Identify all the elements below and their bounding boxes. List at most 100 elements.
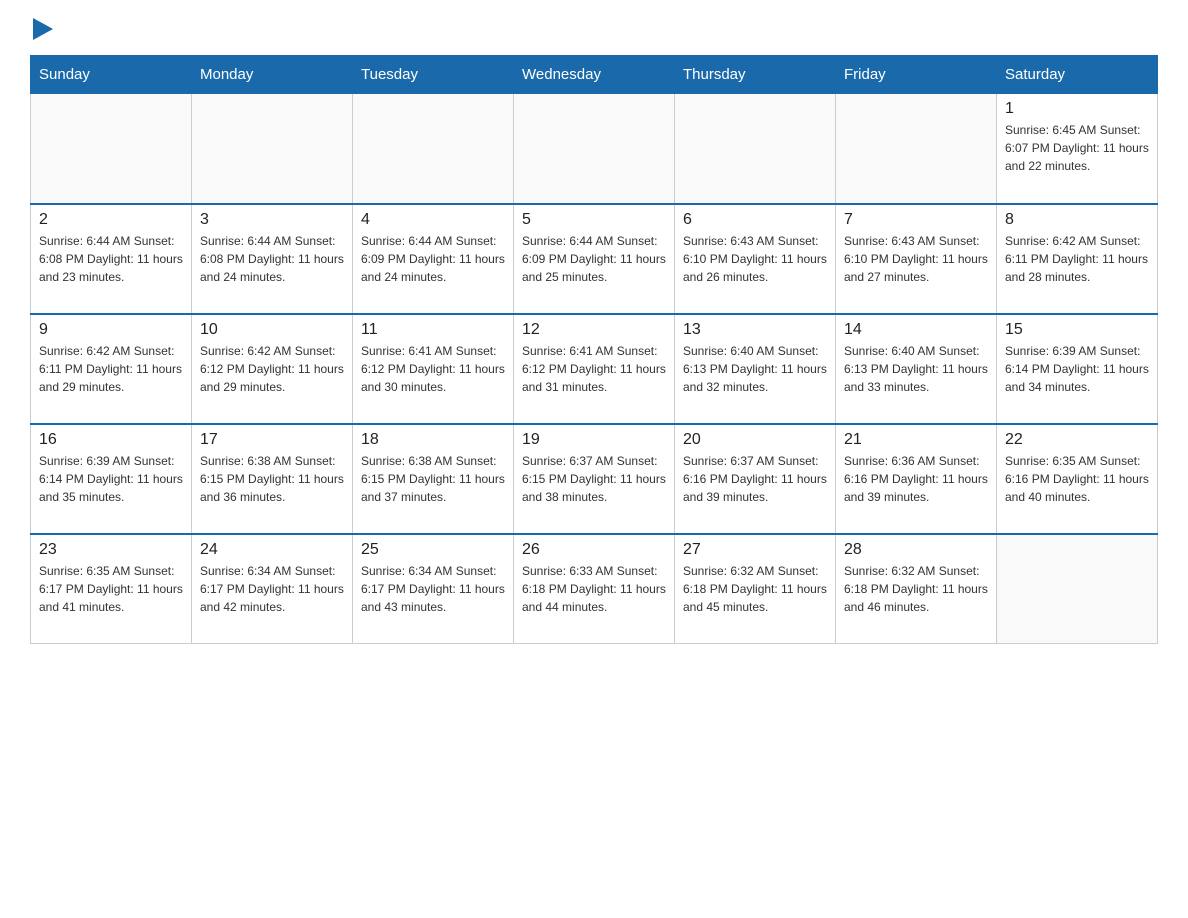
calendar-cell: 26 Sunrise: 6:33 AM Sunset: 6:18 PM Dayli… [514, 534, 675, 644]
day-info: Sunrise: 6:35 AM Sunset: 6:16 PM Dayligh… [1005, 452, 1149, 506]
calendar-cell [514, 94, 675, 204]
day-info: Sunrise: 6:32 AM Sunset: 6:18 PM Dayligh… [683, 562, 827, 616]
day-number: 14 [844, 321, 988, 339]
weekday-header-friday: Friday [836, 56, 997, 94]
calendar-cell [192, 94, 353, 204]
day-number: 27 [683, 541, 827, 559]
calendar-cell: 18 Sunrise: 6:38 AM Sunset: 6:15 PM Dayli… [353, 424, 514, 534]
day-number: 15 [1005, 321, 1149, 339]
calendar-cell: 16 Sunrise: 6:39 AM Sunset: 6:14 PM Dayli… [31, 424, 192, 534]
week-row-3: 9 Sunrise: 6:42 AM Sunset: 6:11 PM Daylig… [31, 314, 1158, 424]
day-info: Sunrise: 6:44 AM Sunset: 6:08 PM Dayligh… [39, 232, 183, 286]
calendar-cell: 6 Sunrise: 6:43 AM Sunset: 6:10 PM Daylig… [675, 204, 836, 314]
calendar-cell: 23 Sunrise: 6:35 AM Sunset: 6:17 PM Dayli… [31, 534, 192, 644]
day-number: 24 [200, 541, 344, 559]
calendar-cell [353, 94, 514, 204]
day-number: 28 [844, 541, 988, 559]
calendar-cell: 17 Sunrise: 6:38 AM Sunset: 6:15 PM Dayli… [192, 424, 353, 534]
calendar-cell: 8Sunrise: 6:42 AM Sunset: 6:11 PM Daylig… [997, 204, 1158, 314]
day-number: 6 [683, 211, 827, 229]
calendar-cell: 5 Sunrise: 6:44 AM Sunset: 6:09 PM Daylig… [514, 204, 675, 314]
day-number: 23 [39, 541, 183, 559]
weekday-header-sunday: Sunday [31, 56, 192, 94]
day-number: 4 [361, 211, 505, 229]
weekday-header-tuesday: Tuesday [353, 56, 514, 94]
day-info: Sunrise: 6:40 AM Sunset: 6:13 PM Dayligh… [844, 342, 988, 396]
day-info: Sunrise: 6:39 AM Sunset: 6:14 PM Dayligh… [1005, 342, 1149, 396]
day-info: Sunrise: 6:38 AM Sunset: 6:15 PM Dayligh… [200, 452, 344, 506]
calendar-cell: 19 Sunrise: 6:37 AM Sunset: 6:15 PM Dayli… [514, 424, 675, 534]
weekday-header-saturday: Saturday [997, 56, 1158, 94]
calendar-cell: 11 Sunrise: 6:41 AM Sunset: 6:12 PM Dayli… [353, 314, 514, 424]
day-number: 7 [844, 211, 988, 229]
calendar-cell [31, 94, 192, 204]
day-info: Sunrise: 6:37 AM Sunset: 6:15 PM Dayligh… [522, 452, 666, 506]
day-number: 12 [522, 321, 666, 339]
calendar-cell: 3 Sunrise: 6:44 AM Sunset: 6:08 PM Daylig… [192, 204, 353, 314]
day-number: 3 [200, 211, 344, 229]
day-number: 17 [200, 431, 344, 449]
day-number: 10 [200, 321, 344, 339]
day-number: 2 [39, 211, 183, 229]
weekday-header-wednesday: Wednesday [514, 56, 675, 94]
day-info: Sunrise: 6:40 AM Sunset: 6:13 PM Dayligh… [683, 342, 827, 396]
calendar-cell: 24 Sunrise: 6:34 AM Sunset: 6:17 PM Dayli… [192, 534, 353, 644]
weekday-header-thursday: Thursday [675, 56, 836, 94]
calendar-cell: 12Sunrise: 6:41 AM Sunset: 6:12 PM Dayli… [514, 314, 675, 424]
calendar-cell: 14 Sunrise: 6:40 AM Sunset: 6:13 PM Dayli… [836, 314, 997, 424]
day-info: Sunrise: 6:39 AM Sunset: 6:14 PM Dayligh… [39, 452, 183, 506]
week-row-1: 1 Sunrise: 6:45 AM Sunset: 6:07 PM Daylig… [31, 94, 1158, 204]
day-number: 16 [39, 431, 183, 449]
day-info: Sunrise: 6:38 AM Sunset: 6:15 PM Dayligh… [361, 452, 505, 506]
day-info: Sunrise: 6:42 AM Sunset: 6:12 PM Dayligh… [200, 342, 344, 396]
calendar-cell: 22Sunrise: 6:35 AM Sunset: 6:16 PM Dayli… [997, 424, 1158, 534]
calendar-cell [836, 94, 997, 204]
calendar-cell [997, 534, 1158, 644]
weekday-header-monday: Monday [192, 56, 353, 94]
calendar-cell: 7 Sunrise: 6:43 AM Sunset: 6:10 PM Daylig… [836, 204, 997, 314]
day-info: Sunrise: 6:43 AM Sunset: 6:10 PM Dayligh… [683, 232, 827, 286]
calendar-cell: 15 Sunrise: 6:39 AM Sunset: 6:14 PM Dayli… [997, 314, 1158, 424]
day-info: Sunrise: 6:44 AM Sunset: 6:08 PM Dayligh… [200, 232, 344, 286]
day-info: Sunrise: 6:34 AM Sunset: 6:17 PM Dayligh… [361, 562, 505, 616]
day-number: 13 [683, 321, 827, 339]
day-number: 8 [1005, 211, 1149, 229]
day-info: Sunrise: 6:44 AM Sunset: 6:09 PM Dayligh… [361, 232, 505, 286]
week-row-2: 2 Sunrise: 6:44 AM Sunset: 6:08 PM Daylig… [31, 204, 1158, 314]
day-number: 21 [844, 431, 988, 449]
day-info: Sunrise: 6:45 AM Sunset: 6:07 PM Dayligh… [1005, 121, 1149, 175]
day-number: 26 [522, 541, 666, 559]
calendar-cell: 1 Sunrise: 6:45 AM Sunset: 6:07 PM Daylig… [997, 94, 1158, 204]
calendar-cell: 28 Sunrise: 6:32 AM Sunset: 6:18 PM Dayli… [836, 534, 997, 644]
week-row-5: 23 Sunrise: 6:35 AM Sunset: 6:17 PM Dayli… [31, 534, 1158, 644]
calendar-cell [675, 94, 836, 204]
day-info: Sunrise: 6:43 AM Sunset: 6:10 PM Dayligh… [844, 232, 988, 286]
calendar-cell: 13 Sunrise: 6:40 AM Sunset: 6:13 PM Dayli… [675, 314, 836, 424]
calendar-cell: 27 Sunrise: 6:32 AM Sunset: 6:18 PM Dayli… [675, 534, 836, 644]
day-number: 11 [361, 321, 505, 339]
day-info: Sunrise: 6:41 AM Sunset: 6:12 PM Dayligh… [361, 342, 505, 396]
day-info: Sunrise: 6:37 AM Sunset: 6:16 PM Dayligh… [683, 452, 827, 506]
calendar-cell: 21Sunrise: 6:36 AM Sunset: 6:16 PM Dayli… [836, 424, 997, 534]
day-number: 5 [522, 211, 666, 229]
calendar-cell: 4 Sunrise: 6:44 AM Sunset: 6:09 PM Daylig… [353, 204, 514, 314]
day-number: 25 [361, 541, 505, 559]
day-info: Sunrise: 6:34 AM Sunset: 6:17 PM Dayligh… [200, 562, 344, 616]
day-info: Sunrise: 6:42 AM Sunset: 6:11 PM Dayligh… [39, 342, 183, 396]
day-number: 1 [1005, 100, 1149, 118]
logo-arrow-icon [33, 18, 53, 40]
day-info: Sunrise: 6:35 AM Sunset: 6:17 PM Dayligh… [39, 562, 183, 616]
day-number: 20 [683, 431, 827, 449]
calendar-cell: 20 Sunrise: 6:37 AM Sunset: 6:16 PM Dayli… [675, 424, 836, 534]
day-info: Sunrise: 6:33 AM Sunset: 6:18 PM Dayligh… [522, 562, 666, 616]
day-info: Sunrise: 6:32 AM Sunset: 6:18 PM Dayligh… [844, 562, 988, 616]
day-number: 19 [522, 431, 666, 449]
day-info: Sunrise: 6:44 AM Sunset: 6:09 PM Dayligh… [522, 232, 666, 286]
day-number: 9 [39, 321, 183, 339]
day-number: 18 [361, 431, 505, 449]
logo [30, 20, 53, 40]
week-row-4: 16 Sunrise: 6:39 AM Sunset: 6:14 PM Dayli… [31, 424, 1158, 534]
calendar-cell: 10 Sunrise: 6:42 AM Sunset: 6:12 PM Dayli… [192, 314, 353, 424]
calendar-cell: 2 Sunrise: 6:44 AM Sunset: 6:08 PM Daylig… [31, 204, 192, 314]
calendar-cell: 9 Sunrise: 6:42 AM Sunset: 6:11 PM Daylig… [31, 314, 192, 424]
